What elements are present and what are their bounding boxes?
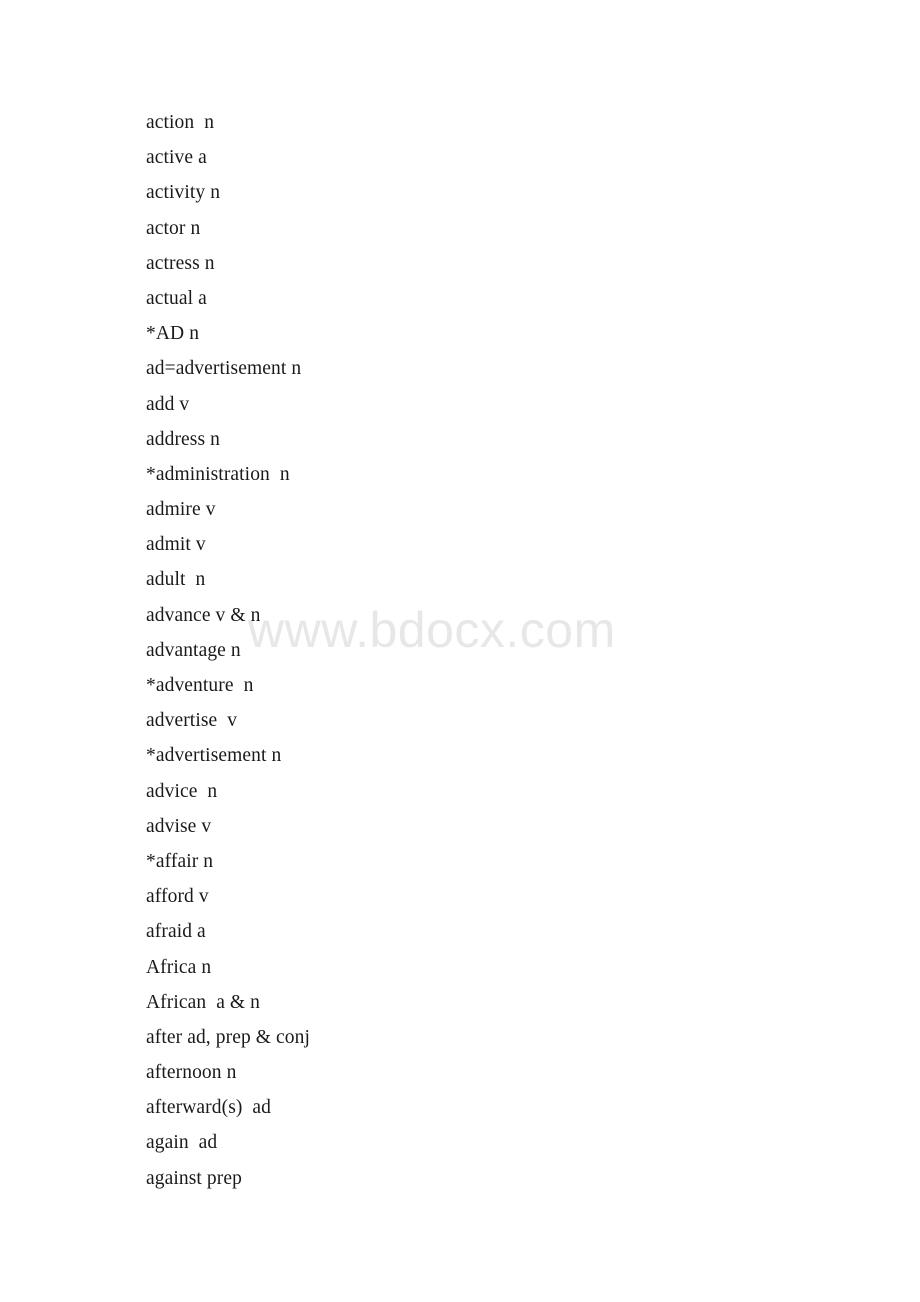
word-entry: against prep <box>146 1167 242 1189</box>
word-entry: *administration n <box>146 463 290 485</box>
word-entry: afford v <box>146 886 209 908</box>
word-entry: actress n <box>146 252 215 274</box>
word-entry: after ad, prep & conj <box>146 1026 310 1048</box>
word-entry: admire v <box>146 499 216 521</box>
word-entry: *AD n <box>146 323 200 345</box>
document-page: www.bdocx.com action n active a activity n… <box>0 0 920 1302</box>
word-entry: active a <box>146 147 207 169</box>
word-entry: actor n <box>146 217 201 239</box>
word-entry: actual a <box>146 287 207 309</box>
word-entry: afternoon n <box>146 1062 237 1084</box>
word-entry: adult n <box>146 569 206 591</box>
word-entry: action n <box>146 112 215 133</box>
word-entry: address n <box>146 428 221 450</box>
word-entry: afraid a <box>146 921 206 943</box>
word-entry: add v <box>146 393 190 415</box>
word-entry: ad=advertisement n <box>146 358 302 380</box>
word-list: action n active a activity n actor n actress… <box>146 105 766 1196</box>
word-entry: *adventure n <box>146 675 254 696</box>
word-entry: activity n <box>146 182 221 204</box>
word-entry: African a & n <box>146 991 261 1013</box>
word-entry: *advertisement n <box>146 745 282 767</box>
word-entry: advance v & n <box>146 604 261 626</box>
word-entry: admit v <box>146 534 206 556</box>
word-entry: advise v <box>146 815 212 837</box>
word-entry: advantage n <box>146 639 241 661</box>
word-entry: *affair n <box>146 850 214 872</box>
word-entry: afterward(s) ad <box>146 1097 272 1119</box>
word-entry: advice n <box>146 780 218 802</box>
word-entry: advertise v <box>146 710 238 732</box>
word-entry: again ad <box>146 1132 218 1154</box>
word-entry: Africa n <box>146 956 212 978</box>
